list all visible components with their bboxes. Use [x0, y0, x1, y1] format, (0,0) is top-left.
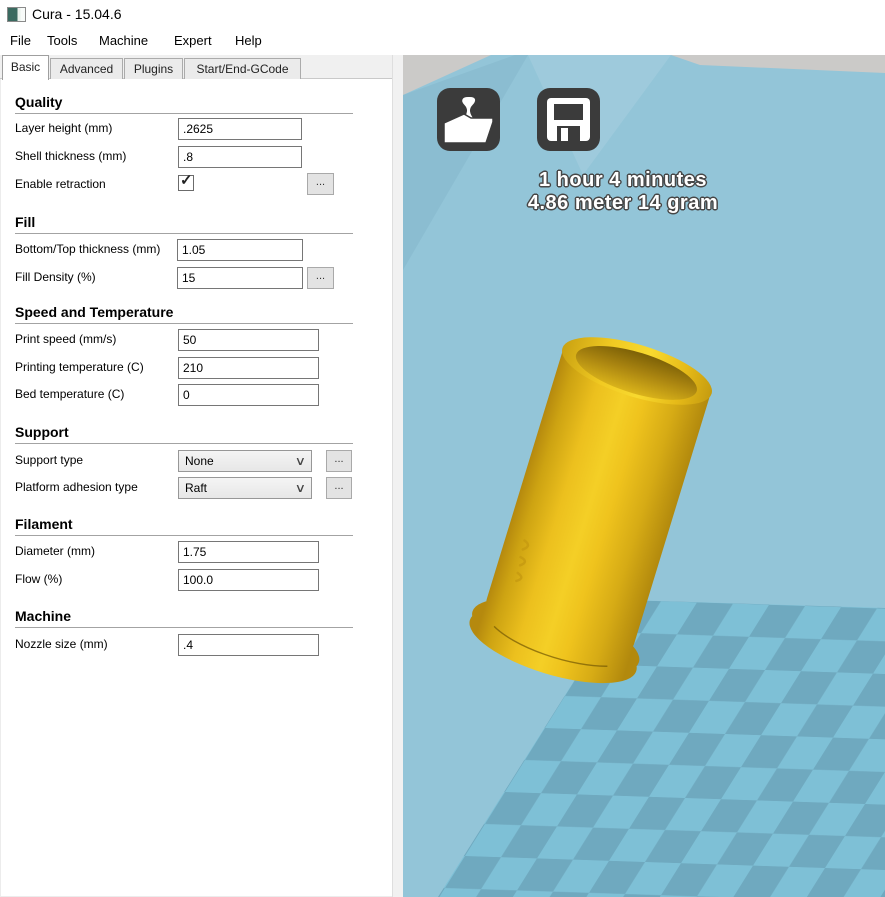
support-type-value: None [185, 454, 214, 468]
print-stats: 1 hour 4 minutes 4.86 meter 14 gram [433, 169, 813, 215]
menu-expert[interactable]: Expert [174, 33, 212, 48]
printing-temperature-input[interactable] [178, 357, 319, 379]
save-toolpath-button[interactable] [537, 88, 600, 151]
menu-file[interactable]: File [10, 33, 31, 48]
tab-advanced[interactable]: Advanced [50, 58, 123, 79]
adhesion-more-button[interactable]: ... [326, 477, 352, 499]
support-type-label: Support type [15, 453, 84, 467]
platform-adhesion-value: Raft [185, 481, 208, 495]
print-speed-input[interactable] [178, 329, 319, 351]
diameter-label: Diameter (mm) [15, 544, 95, 558]
panel-divider [392, 55, 403, 897]
section-rule [15, 113, 353, 114]
section-title-speed-temperature: Speed and Temperature [15, 304, 174, 320]
print-speed-label: Print speed (mm/s) [15, 332, 117, 346]
fill-more-button[interactable]: ... [307, 267, 334, 289]
section-rule [15, 627, 353, 628]
section-title-filament: Filament [15, 516, 73, 532]
menu-tools[interactable]: Tools [47, 33, 77, 48]
section-title-machine: Machine [15, 608, 72, 624]
section-title-fill: Fill [15, 214, 36, 230]
section-title-quality: Quality [15, 94, 63, 110]
check-icon: ✓ [180, 172, 193, 189]
platform-adhesion-label: Platform adhesion type [15, 480, 138, 494]
bed-temperature-label: Bed temperature (C) [15, 387, 125, 401]
tab-strip: Basic Advanced Plugins Start/End-GCode [0, 55, 403, 80]
printing-temperature-label: Printing temperature (C) [15, 360, 144, 374]
save-icon [547, 98, 590, 141]
support-type-select[interactable]: None ∨ [178, 450, 312, 472]
load-model-button[interactable] [437, 88, 500, 151]
material-usage: 4.86 meter 14 gram [527, 192, 719, 214]
tab-start-end-gcode[interactable]: Start/End-GCode [184, 58, 301, 79]
chevron-down-icon: ∨ [294, 454, 307, 468]
chevron-down-icon: ∨ [294, 481, 307, 495]
shell-thickness-input[interactable] [178, 146, 302, 168]
cura-window: Cura - 15.04.6 File Tools Machine Expert… [0, 0, 885, 897]
nozzle-size-label: Nozzle size (mm) [15, 637, 108, 651]
platform-adhesion-select[interactable]: Raft ∨ [178, 477, 312, 499]
load-model-icon [443, 95, 494, 144]
section-rule [15, 535, 353, 536]
bed-temperature-input[interactable] [178, 384, 319, 406]
tab-plugins[interactable]: Plugins [124, 58, 183, 79]
support-more-button[interactable]: ... [326, 450, 352, 472]
window-title: Cura - 15.04.6 [32, 6, 122, 22]
tab-basic[interactable]: Basic [2, 55, 49, 80]
menu-machine[interactable]: Machine [99, 33, 148, 48]
layer-height-input[interactable] [178, 118, 302, 140]
menu-bar: File Tools Machine Expert Help [0, 28, 885, 55]
flow-label: Flow (%) [15, 572, 63, 586]
fill-density-label: Fill Density (%) [15, 270, 96, 284]
layer-height-label: Layer height (mm) [15, 121, 113, 135]
bottom-top-thickness-input[interactable] [177, 239, 303, 261]
flow-input[interactable] [178, 569, 319, 591]
diameter-input[interactable] [178, 541, 319, 563]
section-rule [15, 443, 353, 444]
section-title-support: Support [15, 424, 69, 440]
settings-panel: Quality Layer height (mm) Shell thicknes… [0, 79, 392, 897]
menu-help[interactable]: Help [235, 33, 262, 48]
enable-retraction-checkbox[interactable]: ✓ [178, 172, 194, 191]
viewport-3d[interactable]: 1 hour 4 minutes 4.86 meter 14 gram [403, 55, 885, 897]
fill-density-input[interactable] [177, 267, 303, 289]
nozzle-size-input[interactable] [178, 634, 319, 656]
print-time: 1 hour 4 minutes [538, 169, 708, 191]
section-rule [15, 323, 353, 324]
retraction-more-button[interactable]: ... [307, 173, 334, 195]
enable-retraction-label: Enable retraction [15, 177, 106, 191]
app-icon [7, 7, 26, 22]
shell-thickness-label: Shell thickness (mm) [15, 149, 127, 163]
title-bar: Cura - 15.04.6 [0, 0, 885, 28]
bottom-top-thickness-label: Bottom/Top thickness (mm) [15, 242, 161, 256]
section-rule [15, 233, 353, 234]
